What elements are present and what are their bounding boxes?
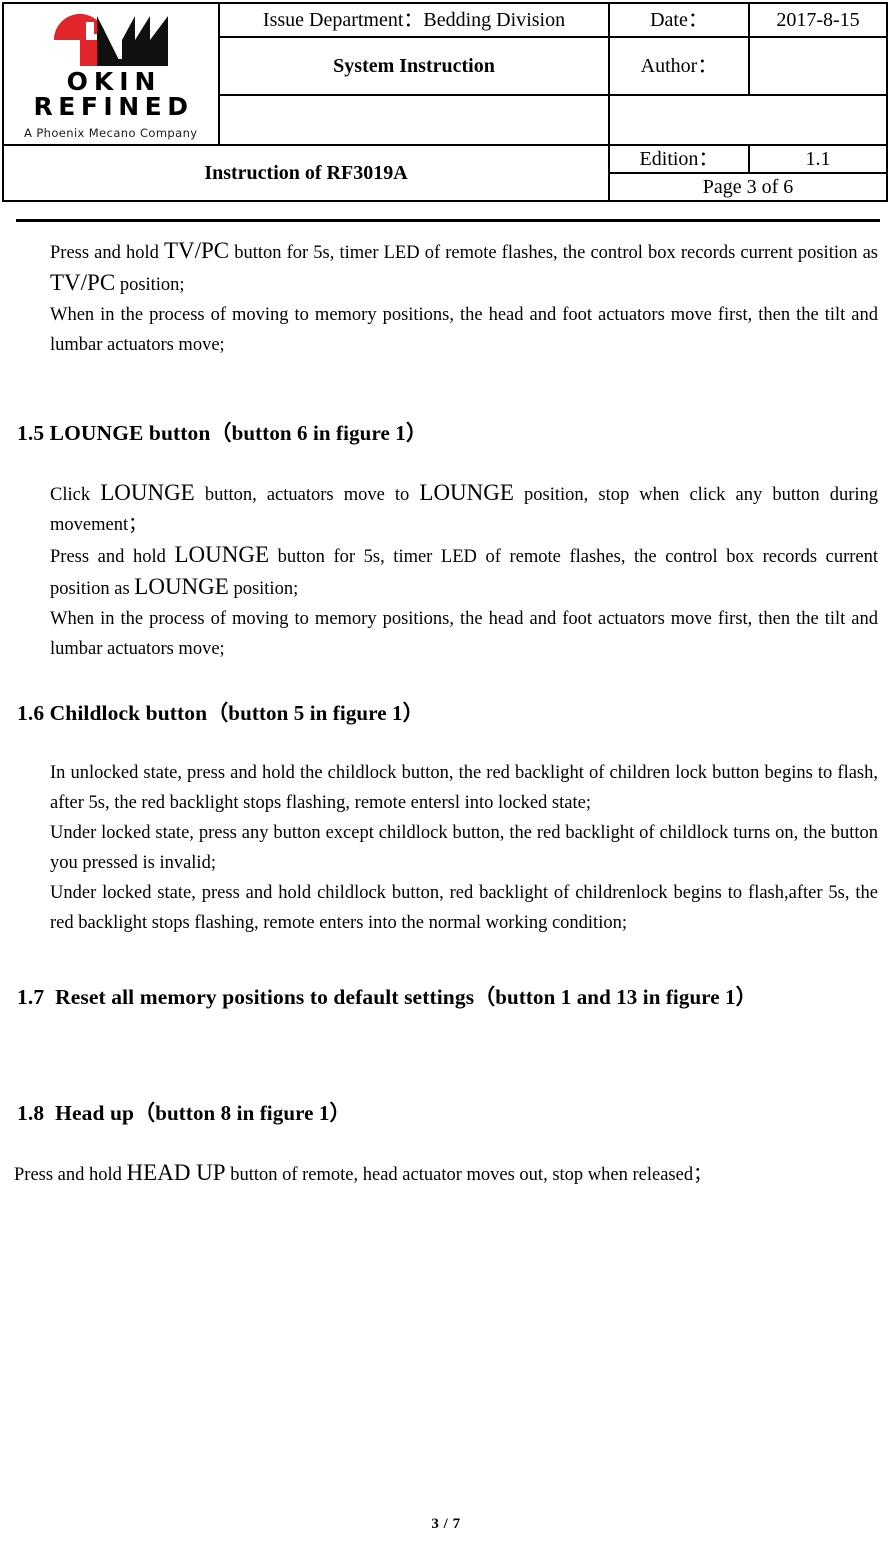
author-label-cell: Author： <box>608 36 750 96</box>
company-logo: OKIN REFINED A Phoenix Mecano Company <box>4 10 218 140</box>
section-1-6-paragraph-1: In unlocked state, press and hold the ch… <box>50 763 878 813</box>
intro-p1-seg2: button for 5s, timer LED of remote flash… <box>229 243 878 263</box>
page-indicator-cell: Page 3 of 6 <box>608 172 888 202</box>
s15-p2-lounge-1: LOUNGE <box>174 542 269 567</box>
s15-p2-seg3: position; <box>228 579 299 599</box>
section-1-6-number: 1.6 <box>17 701 45 725</box>
section-1-8-number: 1.8 <box>17 1101 45 1125</box>
blank-right-cell <box>608 94 888 146</box>
section-1-8-paragraph-1: Press and hold HEAD UP button of remote,… <box>0 1158 892 1190</box>
logo-tagline: A Phoenix Mecano Company <box>24 125 198 140</box>
intro-p1-tvpc-1: TV/PC <box>163 238 230 263</box>
s15-p1-lounge-1: LOUNGE <box>100 480 195 505</box>
s15-p1-seg2: button, actuators move to <box>194 485 420 505</box>
document-body: Press and hold TV/PC button for 5s, time… <box>0 236 892 1190</box>
intro-p1-seg3: position; <box>115 275 185 295</box>
section-1-8-paren: （button 8 in figure 1） <box>134 1101 351 1125</box>
section-heading-1-6: 1.6 Childlock button（button 5 in figure … <box>0 698 892 728</box>
section-1-6-paragraph-2: Under locked state, press any button exc… <box>50 823 878 873</box>
logo-brand-okin: OKIN <box>66 67 162 97</box>
header-row-4: Instruction of RF3019A Edition： 1.1 <box>2 144 888 202</box>
author-value-cell <box>748 36 888 96</box>
okin-logo-mark-icon <box>53 14 168 67</box>
section-1-7-title: Reset all memory positions to default se… <box>55 985 475 1009</box>
section-heading-1-5: 1.5 LOUNGE button（button 6 in figure 1） <box>0 418 892 448</box>
company-logo-cell: OKIN REFINED A Phoenix Mecano Company <box>2 2 220 146</box>
section-1-8-title: Head up <box>55 1101 135 1125</box>
section-1-5-title: LOUNGE button <box>49 421 211 445</box>
intro-p1-seg1: Press and hold <box>50 243 164 263</box>
header-row-1: OKIN REFINED A Phoenix Mecano Company Is… <box>2 2 888 146</box>
date-value-cell: 2017-8-15 <box>748 2 888 38</box>
logo-inner: OKIN REFINED A Phoenix Mecano Company <box>20 10 202 140</box>
intro-paragraph-2: When in the process of moving to memory … <box>50 305 878 355</box>
date-label-cell: Date： <box>608 2 750 38</box>
edition-label-cell: Edition： <box>608 144 750 174</box>
s15-p2-seg1: Press and hold <box>50 547 175 567</box>
section-1-6-paragraph-3: Under locked state, press and hold child… <box>50 883 878 933</box>
intro-p1-tvpc-2: TV/PC <box>50 270 116 295</box>
section-1-5-paragraph-1: Click LOUNGE button, actuators move to L… <box>0 478 892 540</box>
section-1-7-number: 1.7 <box>17 985 45 1009</box>
section-1-5-paragraph-3: When in the process of moving to memory … <box>50 609 878 659</box>
document-title-cell: Instruction of RF3019A <box>2 144 610 202</box>
blank-left-cell <box>218 94 610 146</box>
s18-p1-headup: HEAD UP <box>126 1160 226 1185</box>
page-number-footer: 3 / 7 <box>431 1516 461 1532</box>
s18-p1-seg2: button of remote, head actuator moves ou… <box>225 1165 712 1185</box>
section-1-5-number: 1.5 <box>17 421 45 445</box>
section-1-6-title: Childlock button <box>49 701 208 725</box>
s15-p1-seg1: Click <box>50 485 101 505</box>
section-heading-1-7: 1.7 Reset all memory positions to defaul… <box>0 982 892 1012</box>
intro-paragraph-1: Press and hold TV/PC button for 5s, time… <box>0 236 892 300</box>
system-instruction-cell: System Instruction <box>218 36 610 96</box>
section-1-6-paren: （button 5 in figure 1） <box>207 701 424 725</box>
s18-p1-seg1: Press and hold <box>14 1165 127 1185</box>
header-separator-rule <box>16 219 880 222</box>
section-1-5-paren: （button 6 in figure 1） <box>210 421 427 445</box>
s15-p2-lounge-2: LOUNGE <box>134 574 229 599</box>
logo-brand-refined: REFINED <box>33 91 194 121</box>
issue-department-cell: Issue Department：Bedding Division <box>218 2 610 38</box>
s15-p1-lounge-2: LOUNGE <box>419 480 514 505</box>
edition-value-cell: 1.1 <box>748 144 888 174</box>
document-header-table: OKIN REFINED A Phoenix Mecano Company Is… <box>2 2 888 202</box>
section-1-5-paragraph-2: Press and hold LOUNGE button for 5s, tim… <box>0 540 892 604</box>
section-1-7-paren: （button 1 and 13 in figure 1） <box>474 985 757 1009</box>
section-heading-1-8: 1.8 Head up（button 8 in figure 1） <box>0 1098 892 1128</box>
